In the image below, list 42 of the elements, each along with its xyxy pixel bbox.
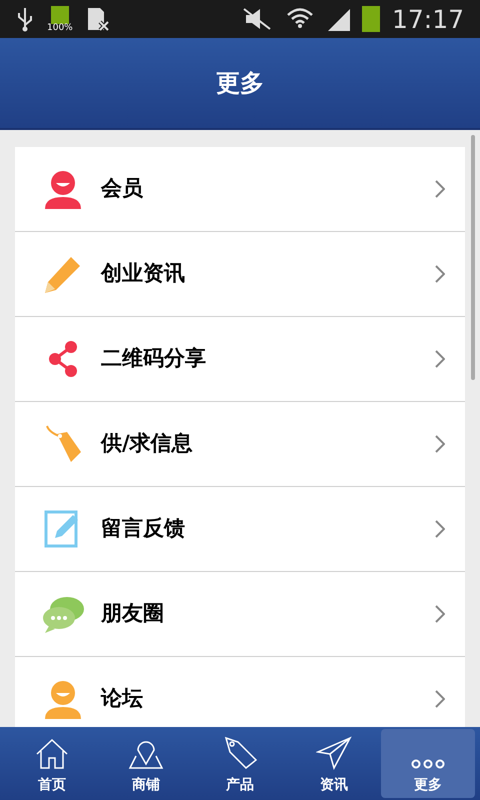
menu-label: 创业资讯: [101, 260, 186, 288]
menu-label: 留言反馈: [101, 515, 186, 542]
paper-plane-icon: [316, 736, 352, 770]
chevron-right-icon: [435, 520, 445, 538]
page-title: 更多: [216, 68, 264, 99]
menu-label: 二维码分享: [101, 345, 207, 372]
menu-label: 会员: [101, 175, 144, 202]
pencil-icon: [43, 254, 83, 294]
chat-icon: [41, 594, 85, 634]
chevron-right-icon: [435, 435, 445, 453]
signal-icon: [326, 7, 350, 31]
menu-item[interactable]: 供/求信息: [15, 402, 465, 487]
chevron-right-icon: [435, 180, 445, 198]
menu-item[interactable]: 会员: [15, 147, 465, 232]
tab[interactable]: 更多: [381, 729, 475, 798]
person-icon: [43, 169, 83, 209]
tab[interactable]: 商铺: [99, 729, 193, 798]
menu-label: 供/求信息: [101, 430, 194, 458]
menu-item[interactable]: 朋友圈: [15, 572, 465, 657]
usb-icon: [16, 6, 34, 32]
tab[interactable]: 首页: [5, 729, 99, 798]
tab[interactable]: 产品: [193, 729, 287, 798]
tab[interactable]: 资讯: [287, 729, 381, 798]
chevron-right-icon: [435, 265, 445, 283]
chevron-right-icon: [435, 690, 445, 708]
menu-item[interactable]: 二维码分享: [15, 317, 465, 402]
battery-icon: [362, 6, 380, 32]
tag-icon: [43, 424, 83, 464]
chevron-right-icon: [435, 605, 445, 623]
person-icon: [43, 679, 83, 719]
menu-item[interactable]: 创业资讯: [15, 232, 465, 317]
menu-label: 朋友圈: [101, 600, 165, 628]
home-icon: [35, 738, 69, 770]
dots-icon: [410, 758, 446, 770]
tag-icon: [222, 736, 258, 770]
battery-icon: [50, 6, 69, 24]
menu-label: 论坛: [101, 685, 144, 712]
chevron-right-icon: [435, 350, 445, 368]
battery-percent: 100%: [46, 24, 74, 32]
menu-item[interactable]: 留言反馈: [15, 487, 465, 572]
clock: 17:17: [392, 6, 464, 32]
sim-card-icon: [86, 6, 110, 32]
